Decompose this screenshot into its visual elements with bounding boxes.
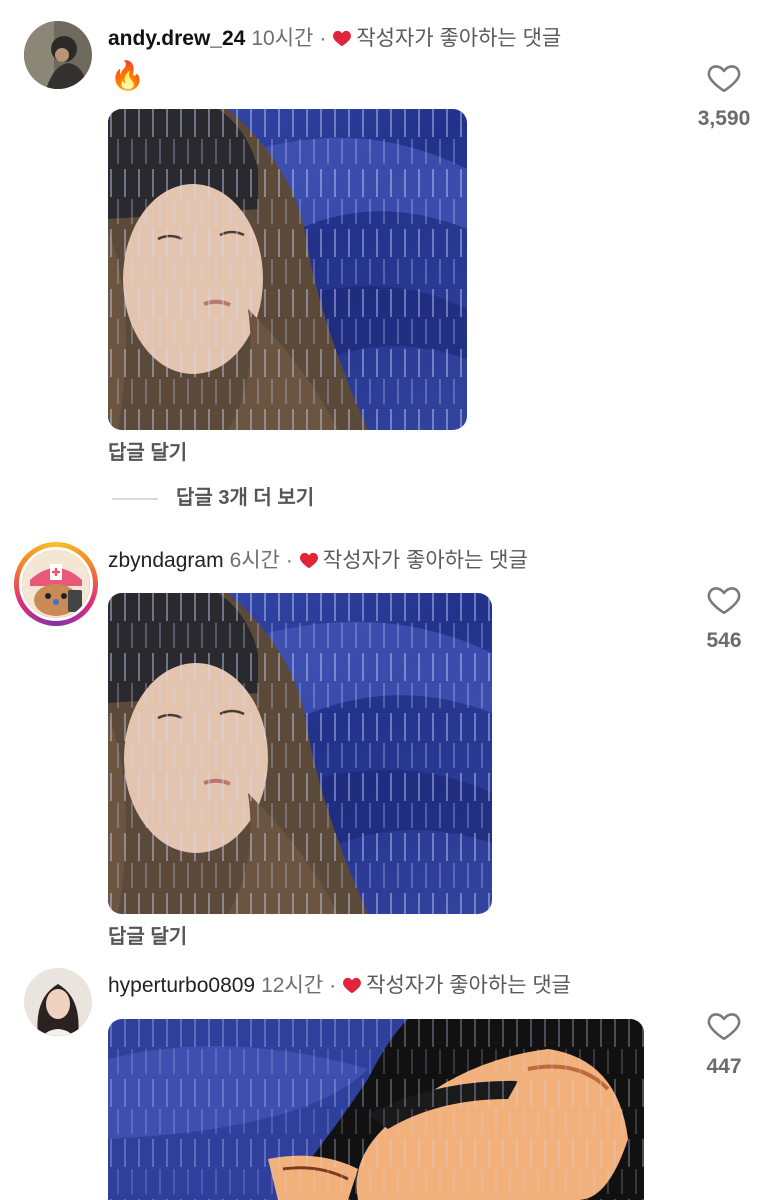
comment-meta: zbyndagram 6시간 · 작성자가 좋아하는 댓글 <box>108 549 528 573</box>
liked-by-author-label: 작성자가 좋아하는 댓글 <box>356 27 562 50</box>
reply-button[interactable]: 답글 달기 <box>108 436 187 465</box>
username[interactable]: zbyndagram <box>108 549 224 572</box>
comment-meta: hyperturbo0809 12시간 · 작성자가 좋아하는 댓글 <box>108 974 571 998</box>
avatar[interactable] <box>14 542 98 626</box>
avatar[interactable] <box>24 968 92 1036</box>
comment-text: 🔥 <box>110 60 145 91</box>
timestamp: 12시간 <box>261 974 324 997</box>
avatar-image <box>22 550 90 618</box>
like-control: 3,590 <box>684 60 764 131</box>
comment-gif[interactable] <box>108 1019 644 1200</box>
timestamp: 10시간 <box>251 27 314 50</box>
reply-button[interactable]: 답글 달기 <box>108 920 187 949</box>
heart-filled-icon <box>342 976 362 994</box>
liked-by-author-label: 작성자가 좋아하는 댓글 <box>366 974 571 997</box>
heart-outline-icon[interactable] <box>705 582 743 618</box>
avatar[interactable] <box>24 21 92 89</box>
comment-meta: andy.drew_24 10시간 · 작성자가 좋아하는 댓글 <box>108 27 561 51</box>
heart-filled-icon <box>299 551 319 569</box>
divider-line <box>112 497 158 500</box>
timestamp: 6시간 <box>229 549 280 572</box>
separator-dot: · <box>319 27 327 50</box>
like-count: 546 <box>706 629 742 652</box>
avatar-image <box>24 21 92 89</box>
liked-by-author-label: 작성자가 좋아하는 댓글 <box>322 549 528 572</box>
view-more-replies-label: 답글 3개 더 보기 <box>176 487 315 509</box>
like-count: 3,590 <box>697 107 751 130</box>
anime-gif-image <box>108 1019 644 1200</box>
view-more-replies-button[interactable]: 답글 3개 더 보기 <box>112 481 314 510</box>
rain-gif-image <box>108 593 492 914</box>
heart-outline-icon[interactable] <box>705 60 743 96</box>
separator-dot: · <box>329 974 337 997</box>
like-count: 447 <box>706 1055 742 1078</box>
heart-filled-icon <box>332 29 352 47</box>
like-control: 546 <box>684 582 764 653</box>
username[interactable]: hyperturbo0809 <box>108 974 255 997</box>
username[interactable]: andy.drew_24 <box>108 27 245 50</box>
rain-gif-image <box>108 109 467 430</box>
separator-dot: · <box>285 549 293 572</box>
comment-gif[interactable] <box>108 109 467 430</box>
comment-gif[interactable] <box>108 593 492 914</box>
avatar-image <box>24 968 92 1036</box>
like-control: 447 <box>684 1008 764 1079</box>
heart-outline-icon[interactable] <box>705 1008 743 1044</box>
